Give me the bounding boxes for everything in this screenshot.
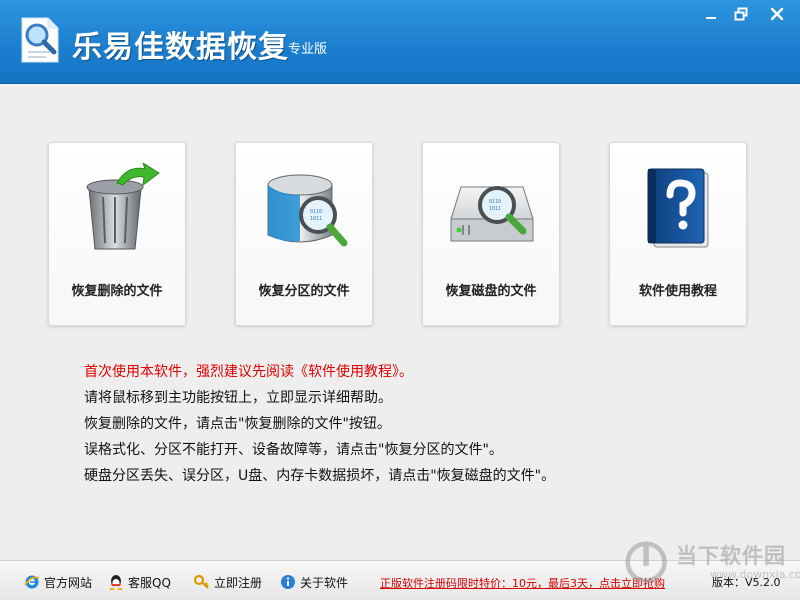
tip-line: 硬盘分区丢失、误分区，U盘、内存卡数据损坏，请点击"恢复磁盘的文件"。 xyxy=(84,468,556,484)
disk-search-icon: 0110 1011 xyxy=(450,186,534,242)
watermark-url: www.downxia.com xyxy=(710,568,800,581)
minimize-button[interactable] xyxy=(696,2,726,26)
recover-deleted-files-label: 恢复删除的文件 xyxy=(71,284,163,299)
ie-icon xyxy=(24,575,40,589)
about-link[interactable]: 关于软件 xyxy=(280,574,348,590)
recover-disk-files-button[interactable]: 0110 1011 恢复磁盘的文件 xyxy=(422,142,560,326)
promo-link[interactable]: 正版软件注册码限时特价：10元，最后3天，点击立即抢购 xyxy=(380,575,665,591)
qq-icon xyxy=(109,575,123,590)
about-label: 关于软件 xyxy=(300,575,349,590)
recover-disk-files-label: 恢复磁盘的文件 xyxy=(445,284,537,299)
official-website-link[interactable]: 官方网站 xyxy=(24,574,92,590)
partition-search-icon: 0110 1011 xyxy=(267,174,348,247)
svg-text:1011: 1011 xyxy=(489,206,501,212)
recover-partition-files-label: 恢复分区的文件 xyxy=(258,284,350,299)
recycle-bin-icon xyxy=(86,163,160,250)
watermark: 当下软件园 www.downxia.com xyxy=(624,538,800,594)
recover-deleted-files-button[interactable]: 恢复删除的文件 xyxy=(48,142,186,326)
official-website-label: 官方网站 xyxy=(44,575,93,590)
watermark-logo-icon xyxy=(625,541,667,583)
restore-icon xyxy=(734,7,748,21)
key-icon xyxy=(194,574,209,589)
svg-text:0110: 0110 xyxy=(310,209,322,215)
tip-line: 恢复删除的文件，请点击"恢复删除的文件"按钮。 xyxy=(84,416,391,432)
close-button[interactable] xyxy=(762,2,792,26)
support-qq-link[interactable]: 客服QQ xyxy=(108,574,171,590)
recover-partition-files-button[interactable]: 0110 1011 恢复分区的文件 xyxy=(235,142,373,326)
software-tutorial-button[interactable]: 软件使用教程 xyxy=(609,142,747,326)
watermark-text: 当下软件园 xyxy=(676,544,786,568)
app-logo-icon xyxy=(21,17,59,63)
close-icon xyxy=(770,7,784,21)
minimize-icon xyxy=(706,17,716,19)
main-panel: 恢复删除的文件 0110 1011 恢复分区的文件 0110 1011 恢复磁盘… xyxy=(0,85,800,560)
support-qq-label: 客服QQ xyxy=(128,575,171,590)
app-title: 乐易佳数据恢复 xyxy=(72,30,289,65)
tips-section: 首次使用本软件，强烈建议先阅读《软件使用教程》。 请将鼠标移到主功能按钮上，立即… xyxy=(84,359,555,489)
register-label: 立即注册 xyxy=(214,575,263,590)
help-book-icon xyxy=(647,168,709,248)
app-edition: 专业版 xyxy=(288,42,328,57)
title-bar: 乐易佳数据恢复 专业版 xyxy=(0,0,800,84)
tip-line-highlight: 首次使用本软件，强烈建议先阅读《软件使用教程》。 xyxy=(84,364,413,380)
register-link[interactable]: 立即注册 xyxy=(194,574,262,590)
tip-line: 请将鼠标移到主功能按钮上，立即显示详细帮助。 xyxy=(84,390,392,406)
info-icon xyxy=(281,575,295,589)
svg-text:0110: 0110 xyxy=(489,199,501,205)
tip-line: 误格式化、分区不能打开、设备故障等，请点击"恢复分区的文件"。 xyxy=(84,442,503,458)
software-tutorial-label: 软件使用教程 xyxy=(638,284,717,299)
svg-text:1011: 1011 xyxy=(310,216,322,222)
restore-button[interactable] xyxy=(726,2,756,26)
